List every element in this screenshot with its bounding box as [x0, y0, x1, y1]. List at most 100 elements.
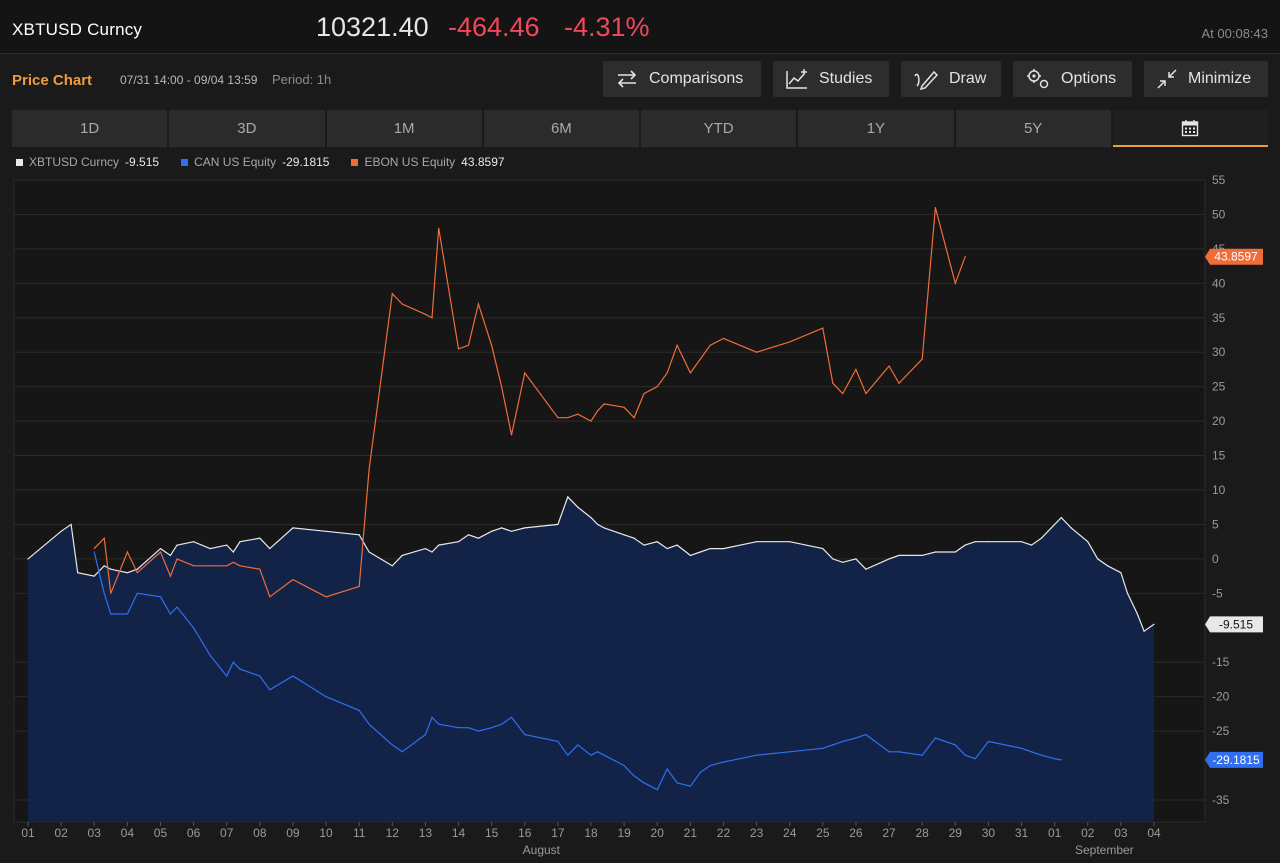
data-point [842, 392, 844, 395]
data-point [603, 527, 605, 529]
data-point [898, 554, 900, 557]
x-month-label: August [523, 843, 561, 857]
y-tick-label: 30 [1212, 345, 1226, 359]
x-tick-label: 24 [783, 826, 797, 840]
data-point [1030, 544, 1033, 546]
data-point [699, 551, 701, 553]
x-tick-label: 26 [849, 826, 863, 840]
data-point [865, 392, 867, 395]
tab-5y[interactable]: 5Y [955, 110, 1111, 147]
tab-1m[interactable]: 1M [326, 110, 482, 147]
data-point [643, 392, 645, 395]
comparisons-label: Comparisons [649, 70, 744, 87]
y-tick-label: 55 [1212, 173, 1226, 187]
end-value-label: -29.1815 [1212, 753, 1260, 767]
legend-item-ebon[interactable]: EBON US Equity 43.8597 [351, 155, 505, 169]
tab-custom-range[interactable] [1112, 110, 1268, 147]
gear-icon [1027, 69, 1049, 89]
tab-ytd[interactable]: YTD [641, 110, 797, 147]
data-point [239, 668, 241, 670]
data-point [954, 282, 956, 284]
price-chart[interactable]: 5550454035302520151050-5-15-20-25-350102… [0, 170, 1280, 863]
tab-6m[interactable]: 6M [483, 110, 639, 147]
x-tick-label: 27 [882, 826, 896, 840]
data-point [358, 534, 360, 536]
data-point [633, 775, 635, 777]
data-point [722, 761, 725, 763]
legend-value: -29.1815 [282, 155, 330, 169]
data-point [1030, 751, 1033, 753]
data-point [126, 613, 128, 615]
data-point [666, 768, 668, 770]
data-point [1107, 565, 1109, 567]
data-point [491, 344, 493, 346]
comparisons-button[interactable]: Comparisons [603, 61, 761, 97]
data-point [934, 551, 937, 553]
x-tick-label: 03 [88, 826, 102, 840]
data-point [491, 530, 493, 532]
data-point [1040, 537, 1042, 539]
data-point [921, 554, 923, 557]
legend-item-xbtusd[interactable]: XBTUSD Curncy -9.515 [16, 155, 159, 169]
data-point [1153, 623, 1155, 625]
y-tick-label: 35 [1212, 311, 1226, 325]
data-point [676, 782, 678, 784]
data-point [103, 565, 105, 567]
data-point [226, 675, 228, 677]
x-tick-label: 13 [419, 826, 433, 840]
data-point [1070, 527, 1072, 529]
data-point [1060, 516, 1062, 519]
tab-1d[interactable]: 1D [12, 110, 168, 147]
data-point [1120, 572, 1122, 574]
data-point [269, 689, 271, 691]
data-point [832, 558, 834, 560]
data-point [192, 565, 195, 567]
data-point [822, 747, 824, 749]
y-tick-label: 50 [1212, 207, 1226, 221]
data-point [557, 523, 559, 526]
data-point [842, 740, 844, 743]
x-tick-label: 30 [982, 826, 996, 840]
data-point [709, 547, 711, 550]
x-tick-label: 18 [584, 826, 598, 840]
data-point [577, 413, 579, 415]
x-tick-label: 19 [617, 826, 631, 840]
x-tick-label: 07 [220, 826, 234, 840]
data-point [974, 758, 976, 760]
legend-name: EBON US Equity [364, 155, 456, 169]
y-tick-label: -5 [1212, 586, 1223, 600]
options-button[interactable]: Options [1013, 61, 1132, 97]
y-tick-label: 20 [1212, 414, 1226, 428]
y-tick-label: 15 [1212, 449, 1226, 463]
tab-3d[interactable]: 3D [169, 110, 325, 147]
legend-item-can[interactable]: CAN US Equity -29.1815 [181, 155, 329, 169]
data-point [391, 293, 393, 295]
percent-change: -4.31% [564, 12, 650, 42]
minimize-button[interactable]: Minimize [1144, 61, 1268, 97]
data-point [597, 410, 599, 412]
x-month-label: September [1075, 843, 1134, 857]
data-point [209, 654, 211, 656]
data-point [567, 496, 569, 498]
legend-name: XBTUSD Curncy [29, 155, 120, 169]
studies-button[interactable]: Studies [773, 61, 889, 97]
data-point [325, 696, 327, 698]
data-point [577, 506, 579, 508]
data-point [500, 527, 503, 529]
data-point [524, 372, 526, 374]
end-value-label: -9.515 [1219, 617, 1253, 631]
data-point [424, 547, 427, 550]
tab-1y[interactable]: 1Y [798, 110, 954, 147]
data-point [27, 558, 29, 560]
data-point [110, 568, 112, 570]
x-tick-label: 16 [518, 826, 532, 840]
data-point [709, 764, 711, 767]
data-point [438, 544, 440, 546]
price-chart-title[interactable]: Price Chart [12, 72, 92, 89]
data-point [964, 544, 966, 546]
draw-button[interactable]: Draw [901, 61, 1001, 97]
data-point [239, 541, 241, 543]
data-point [325, 596, 327, 598]
data-point [110, 592, 112, 594]
data-point [226, 565, 228, 567]
